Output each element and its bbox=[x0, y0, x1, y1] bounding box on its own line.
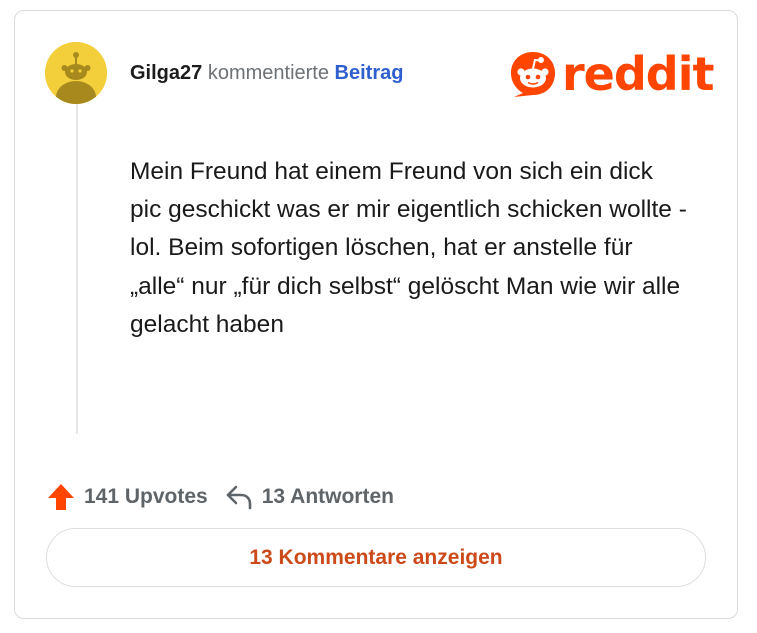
upvote-arrow-icon[interactable] bbox=[46, 482, 76, 512]
reply-count: 13 Antworten bbox=[261, 485, 394, 508]
action-text: kommentierte bbox=[207, 62, 329, 84]
comment-header: Gilga27 kommentierte Beitrag bbox=[130, 62, 403, 85]
thread-line bbox=[76, 104, 78, 434]
username[interactable]: Gilga27 bbox=[130, 62, 202, 84]
comment-stats: 141 Upvotes 13 Antworten bbox=[46, 482, 394, 512]
post-link[interactable]: Beitrag bbox=[335, 62, 404, 84]
view-comments-button[interactable]: 13 Kommentare anzeigen bbox=[46, 528, 706, 587]
reply-arrow-icon[interactable] bbox=[224, 482, 254, 512]
reddit-wordmark: reddit bbox=[562, 47, 714, 101]
snoo-avatar-icon bbox=[45, 42, 107, 104]
reddit-logo: reddit bbox=[508, 49, 714, 99]
reddit-snoo-icon bbox=[511, 52, 555, 97]
avatar[interactable] bbox=[45, 42, 107, 104]
upvote-count: 141 Upvotes bbox=[84, 485, 208, 508]
comment-body: Mein Freund hat einem Freund von sich ei… bbox=[130, 158, 687, 338]
